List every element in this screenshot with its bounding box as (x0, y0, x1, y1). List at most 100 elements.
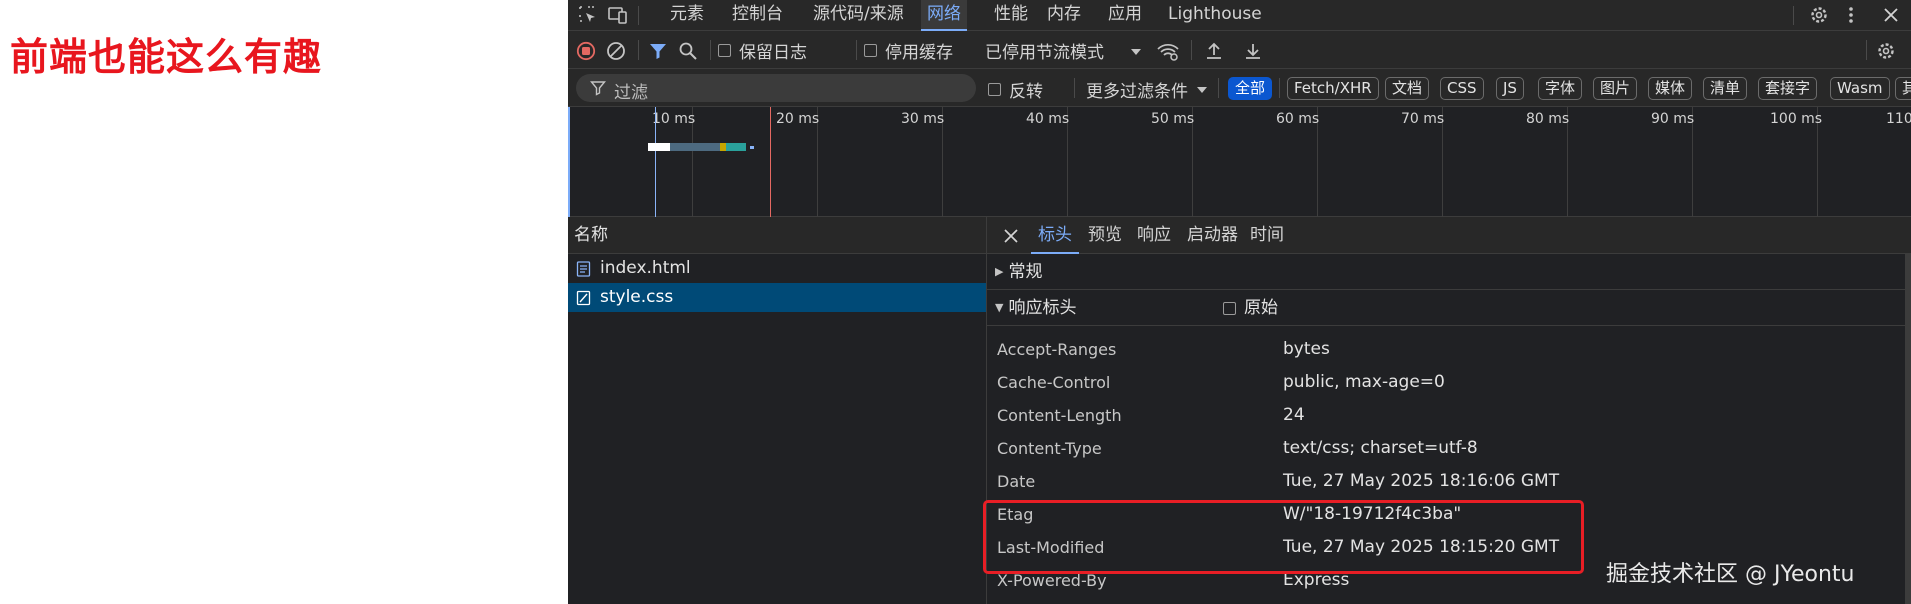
details-tab-preview[interactable]: 预览 (1081, 217, 1129, 254)
tab-application[interactable]: 应用 (1102, 0, 1148, 31)
filter-type-wasm[interactable]: Wasm (1830, 77, 1890, 100)
close-devtools-icon[interactable] (1878, 3, 1904, 27)
header-key: Content-Length (997, 406, 1122, 425)
header-key: Date (997, 472, 1036, 491)
filter-toggle-icon[interactable] (648, 40, 668, 62)
checkbox-box[interactable] (718, 43, 731, 57)
disable-cache-checkbox[interactable]: 停用缓存 (864, 39, 953, 63)
filter-type-js[interactable]: JS (1496, 77, 1524, 100)
device-toolbar-icon[interactable] (605, 3, 631, 27)
filter-type-other[interactable]: 其他 (1895, 77, 1911, 100)
header-key: Cache-Control (997, 373, 1111, 392)
tab-network[interactable]: 网络 (921, 0, 967, 31)
load-event-marker (770, 107, 771, 217)
filter-type-image[interactable]: 图片 (1593, 77, 1638, 100)
document-file-icon (576, 260, 591, 277)
filter-type-font[interactable]: 字体 (1538, 77, 1583, 100)
settings-gear-icon[interactable] (1806, 3, 1832, 27)
invert-label: 反转 (1009, 82, 1043, 102)
inspect-element-icon[interactable] (575, 3, 601, 27)
request-name: style.css (600, 287, 674, 307)
collapse-triangle-icon: ▼ (995, 301, 1004, 314)
tab-separator (1793, 6, 1794, 25)
toolbar-separator (856, 40, 857, 60)
filter-type-all[interactable]: 全部 (1228, 77, 1273, 100)
tab-separator (638, 6, 639, 25)
toolbar-separator (1866, 40, 1867, 60)
dom-content-loaded-marker (655, 107, 656, 217)
details-tab-initiator[interactable]: 启动器 (1180, 217, 1245, 254)
request-row-index-html[interactable]: index.html (568, 254, 986, 283)
network-conditions-icon[interactable] (1156, 40, 1180, 62)
request-details-pane: 标头 预览 响应 启动器 时间 ▶ 常规 ▼ 响应标头 原始 Accept-Rang… (987, 217, 1911, 604)
header-key: Content-Type (997, 439, 1102, 458)
toolbar-separator (1191, 40, 1192, 60)
details-tab-timing[interactable]: 时间 (1243, 217, 1291, 254)
timeline-window-handle[interactable] (568, 107, 570, 217)
devtools-main-tabbar: 元素 控制台 源代码/来源 网络 性能 内存 应用 Lighthouse (568, 0, 1911, 31)
disable-cache-label: 停用缓存 (885, 42, 953, 63)
tab-elements[interactable]: 元素 (664, 0, 710, 31)
throttling-select[interactable]: 已停用节流模式 (985, 39, 1135, 63)
timeline-tick-label: 30 ms (901, 111, 945, 127)
timeline-tick-label: 90 ms (1651, 111, 1695, 127)
close-details-icon[interactable] (1004, 228, 1018, 247)
filter-separator (1074, 78, 1075, 98)
network-settings-gear-icon[interactable] (1876, 40, 1896, 62)
filter-input[interactable]: 过滤 (576, 74, 976, 103)
watermark-text: 掘金技术社区 @ JYeontu (1606, 562, 1855, 587)
filter-type-media[interactable]: 媒体 (1648, 77, 1693, 100)
more-filters-dropdown[interactable]: 更多过滤条件 (1086, 77, 1208, 102)
throttling-value: 已停用节流模式 (985, 42, 1104, 63)
timeline-tick-label: 40 ms (1026, 111, 1070, 127)
checkbox-box[interactable] (1223, 301, 1236, 315)
filter-separator (1218, 78, 1219, 98)
header-value: Tue, 27 May 2025 18:16:06 GMT (1283, 471, 1560, 491)
filter-type-css[interactable]: CSS (1440, 77, 1484, 100)
filter-type-manifest[interactable]: 清单 (1703, 77, 1748, 100)
header-key: Accept-Ranges (997, 340, 1117, 359)
tab-sources[interactable]: 源代码/来源 (807, 0, 910, 31)
checkbox-box[interactable] (988, 83, 1001, 96)
tab-lighthouse[interactable]: Lighthouse (1162, 0, 1268, 31)
response-headers-section-header[interactable]: ▼ 响应标头 原始 (987, 290, 1911, 326)
details-scrollbar[interactable] (1905, 254, 1911, 604)
stop-recording-icon[interactable] (576, 40, 596, 62)
header-row-etag: Etag W/"18-19712f4c3ba" (987, 498, 1911, 531)
filter-separator (1279, 78, 1280, 98)
invert-checkbox[interactable]: 反转 (988, 77, 1043, 102)
search-icon[interactable] (678, 40, 698, 62)
request-name: index.html (600, 258, 691, 278)
header-value: public, max-age=0 (1283, 372, 1445, 392)
checkbox-box[interactable] (864, 43, 877, 57)
import-har-icon[interactable] (1205, 40, 1223, 62)
filter-type-socket[interactable]: 套接字 (1758, 77, 1818, 100)
header-key: X-Powered-By (997, 571, 1107, 590)
preserve-log-checkbox[interactable]: 保留日志 (718, 39, 807, 63)
header-row: Date Tue, 27 May 2025 18:16:06 GMT (987, 465, 1911, 498)
dropdown-caret-icon (1197, 86, 1207, 93)
timeline-tick-label: 100 ms (1770, 111, 1823, 127)
general-section-header[interactable]: ▶ 常规 (987, 254, 1911, 290)
request-row-style-css[interactable]: style.css (568, 283, 986, 312)
column-header-name[interactable]: 名称 (568, 217, 986, 254)
raw-headers-checkbox[interactable]: 原始 (1223, 290, 1278, 326)
timeline-tick-label: 60 ms (1276, 111, 1320, 127)
tab-console[interactable]: 控制台 (726, 0, 789, 31)
filter-type-document[interactable]: 文档 (1385, 77, 1430, 100)
filter-type-fetch-xhr[interactable]: Fetch/XHR (1287, 77, 1379, 100)
tab-performance[interactable]: 性能 (988, 0, 1034, 31)
timeline-tick-label: 70 ms (1401, 111, 1445, 127)
export-har-icon[interactable] (1244, 40, 1262, 62)
details-tab-response[interactable]: 响应 (1130, 217, 1178, 254)
network-overview-timeline[interactable]: 10 ms 20 ms 30 ms 40 ms 50 ms 60 ms 70 m… (568, 107, 1911, 217)
tab-memory[interactable]: 内存 (1041, 0, 1087, 31)
header-row: Content-Type text/css; charset=utf-8 (987, 432, 1911, 465)
timeline-tick-label: 80 ms (1526, 111, 1570, 127)
clear-log-icon[interactable] (606, 40, 626, 62)
details-tab-headers[interactable]: 标头 (1031, 217, 1079, 254)
dropdown-caret-icon[interactable] (1130, 41, 1142, 63)
filter-placeholder: 过滤 (614, 83, 648, 103)
more-options-icon[interactable] (1838, 3, 1864, 27)
timeline-tick-label: 10 ms (652, 111, 696, 127)
